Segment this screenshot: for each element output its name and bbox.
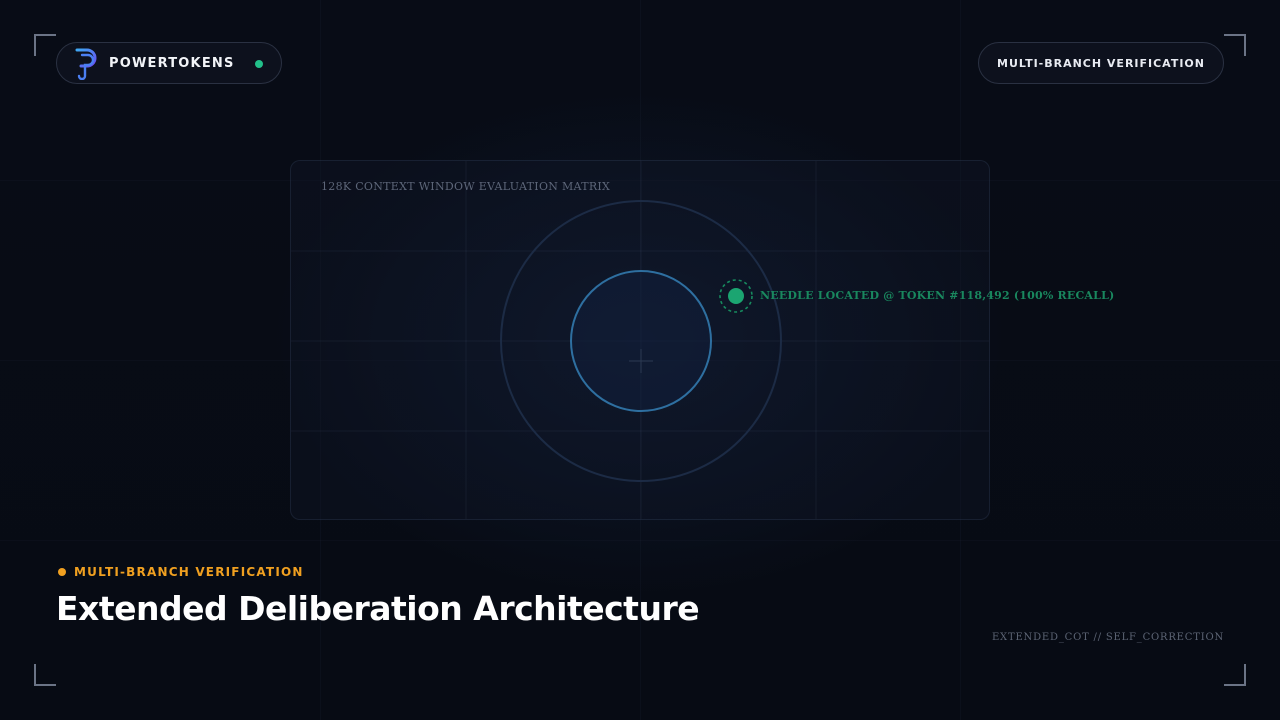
slide-kicker: MULTI-BRANCH VERIFICATION [58, 565, 304, 579]
status-indicator [255, 60, 263, 68]
matrix-visual [291, 161, 989, 519]
kicker-text: MULTI-BRANCH VERIFICATION [74, 565, 304, 579]
evaluation-matrix-panel: 128K CONTEXT WINDOW EVALUATION MATRIX [290, 160, 990, 520]
page-title: Extended Deliberation Architecture [56, 589, 700, 628]
powertokens-logo-icon [75, 47, 97, 80]
brand-name: POWERTOKENS [109, 55, 235, 71]
kicker-dot-icon [58, 568, 66, 576]
corner-bracket-top-left [34, 34, 56, 56]
inner-ring [570, 270, 712, 412]
needle-status-label: NEEDLE LOCATED @ TOKEN #118,492 (100% RE… [760, 289, 1115, 302]
mode-badge[interactable]: MULTI-BRANCH VERIFICATION [978, 42, 1224, 84]
brand-pill[interactable]: POWERTOKENS [56, 42, 282, 84]
footer-code: EXTENDED_COT // SELF_CORRECTION [991, 632, 1224, 643]
corner-bracket-bottom-right [1224, 664, 1246, 686]
corner-bracket-top-right [1224, 34, 1246, 56]
matrix-title: 128K CONTEXT WINDOW EVALUATION MATRIX [321, 180, 611, 193]
needle-marker-dot [728, 288, 744, 304]
corner-bracket-bottom-left [34, 664, 56, 686]
